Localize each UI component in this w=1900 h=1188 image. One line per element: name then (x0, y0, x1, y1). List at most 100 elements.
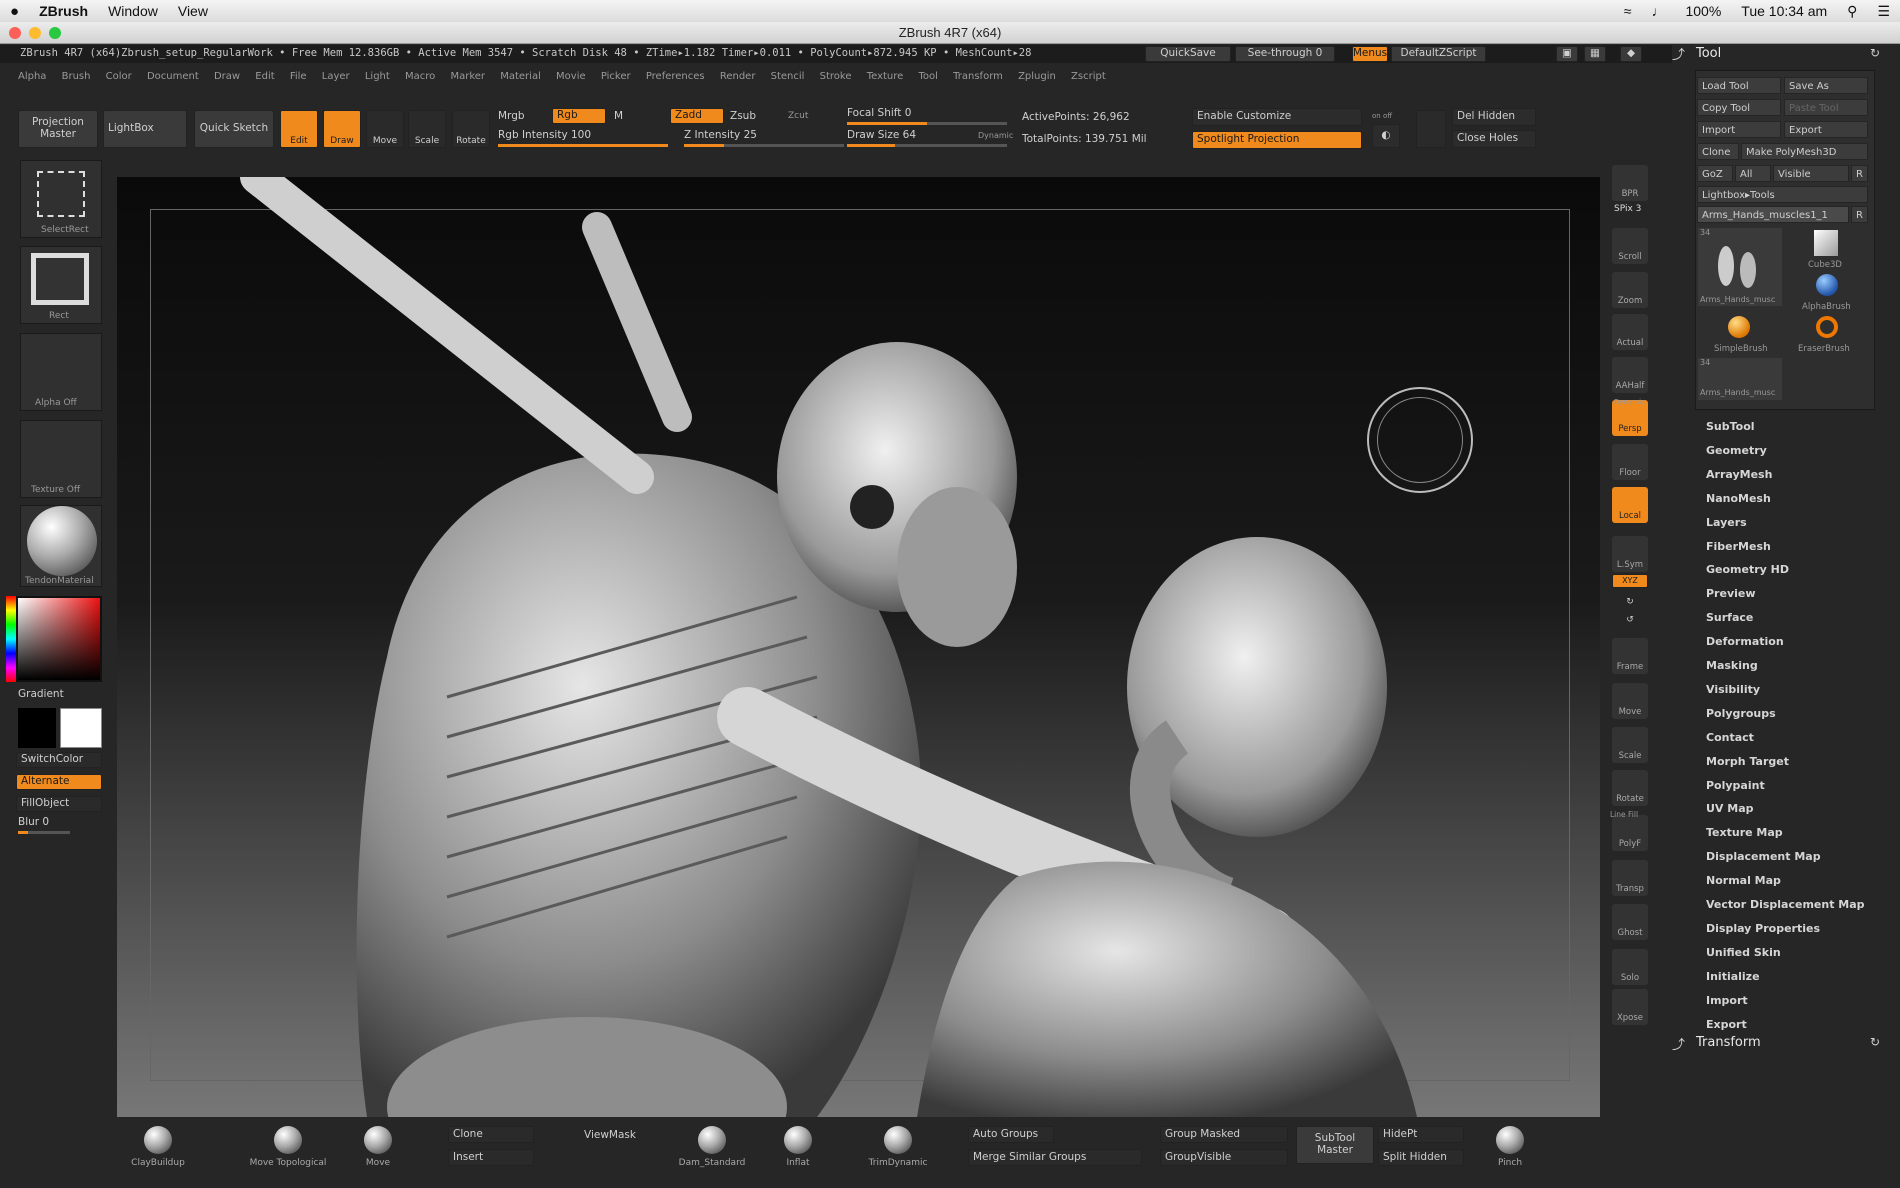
draw-mode-button[interactable]: Draw (323, 110, 361, 148)
right-tool-l-sym[interactable]: L.Sym (1612, 536, 1648, 572)
menu-edit[interactable]: Edit (255, 71, 274, 82)
group-visible-button[interactable]: GroupVisible (1160, 1149, 1288, 1166)
menu-preferences[interactable]: Preferences (646, 71, 705, 82)
secondary-color-swatch[interactable] (18, 708, 56, 748)
lightbox-tools-button[interactable]: Lightbox▸Tools (1697, 186, 1868, 203)
rotate-mode-button[interactable]: Rotate (452, 110, 490, 148)
brush-claybuildup[interactable]: ClayBuildup (118, 1124, 198, 1172)
brush-move-topological[interactable]: Move Topological (248, 1124, 328, 1172)
menus-toggle[interactable]: Menus (1352, 46, 1388, 62)
del-hidden-button[interactable]: Del Hidden (1452, 108, 1536, 126)
menu-render[interactable]: Render (720, 71, 756, 82)
tool-thumb-simplebrush[interactable]: SimpleBrush (1698, 314, 1782, 356)
lightbox-button[interactable]: LightBox (103, 110, 187, 148)
viewmask-button[interactable]: ViewMask (584, 1129, 636, 1141)
tool-thumb-eraserbrush[interactable]: EraserBrush (1784, 314, 1868, 356)
apple-icon[interactable]: ● (0, 3, 29, 20)
zsub-button[interactable]: Zsub (730, 110, 756, 122)
draw-size-slider[interactable]: Draw Size 64 (847, 129, 916, 141)
right-tool-scroll[interactable]: Scroll (1612, 228, 1648, 264)
insert-button[interactable]: Insert (448, 1149, 534, 1166)
menu-stroke[interactable]: Stroke (820, 71, 852, 82)
merge-similar-groups-button[interactable]: Merge Similar Groups (968, 1149, 1142, 1166)
right-tool-rotate[interactable]: Rotate (1612, 770, 1648, 806)
alternate-button[interactable]: Alternate (16, 774, 102, 790)
menu-stencil[interactable]: Stencil (771, 71, 805, 82)
close-window-button[interactable] (9, 27, 21, 39)
edit-mode-button[interactable]: Edit (280, 110, 318, 148)
spix-slider[interactable]: SPix 3 (1614, 204, 1641, 214)
z-intensity-track[interactable] (684, 144, 844, 147)
brush-pinch[interactable]: Pinch (1470, 1124, 1550, 1172)
split-hidden-button[interactable]: Split Hidden (1378, 1149, 1464, 1166)
tool-thumb-arms-2[interactable]: 34 Arms_Hands_musc (1698, 358, 1782, 400)
rotate-z-icon[interactable]: ↺ (1620, 614, 1640, 628)
menu-zplugin[interactable]: Zplugin (1018, 71, 1056, 82)
blur-track[interactable] (18, 831, 70, 834)
tool-section-displacement-map[interactable]: Displacement Map (1706, 850, 1821, 863)
export-button[interactable]: Export (1784, 121, 1868, 138)
tool-reset-icon[interactable]: ↻ (1870, 46, 1880, 60)
menu-draw[interactable]: Draw (214, 71, 240, 82)
right-tool-aahalf[interactable]: AAHalf (1612, 357, 1648, 393)
zcut-button[interactable]: Zcut (788, 111, 808, 121)
transform-arrow-icon[interactable]: ⤴ (1672, 1034, 1685, 1053)
transform-reset-icon[interactable]: ↻ (1870, 1035, 1880, 1049)
right-tool-frame[interactable]: Frame (1612, 638, 1648, 674)
menu-file[interactable]: File (290, 71, 307, 82)
xyz-symmetry-button[interactable]: XYZ (1612, 574, 1648, 588)
hue-strip[interactable] (6, 596, 16, 682)
right-tool-solo[interactable]: Solo (1612, 949, 1648, 985)
right-tool-move[interactable]: Move (1612, 683, 1648, 719)
tool-header[interactable]: Tool (1696, 46, 1721, 61)
menu-document[interactable]: Document (147, 71, 199, 82)
rotate-y-icon[interactable]: ↻ (1620, 596, 1640, 610)
tool-section-normal-map[interactable]: Normal Map (1706, 874, 1781, 887)
goz-r-button[interactable]: R (1851, 165, 1868, 182)
menu-zscript[interactable]: Zscript (1071, 71, 1106, 82)
lock-icon[interactable]: ◆ (1620, 46, 1642, 62)
menu-picker[interactable]: Picker (601, 71, 631, 82)
draw-size-track[interactable] (847, 144, 1007, 147)
tool-section-surface[interactable]: Surface (1706, 611, 1753, 624)
tool-section-arraymesh[interactable]: ArrayMesh (1706, 468, 1772, 481)
material-slot[interactable]: TendonMaterial (20, 505, 102, 587)
dynamic-toggle[interactable]: Dynamic (978, 131, 1013, 140)
color-picker[interactable] (16, 596, 102, 682)
rgb-intensity-track[interactable] (498, 144, 668, 147)
gradient-toggle[interactable]: Gradient (18, 688, 64, 700)
dynamesh-icon[interactable] (1416, 110, 1446, 148)
rect-stroke[interactable]: Rect (20, 246, 102, 324)
auto-groups-button[interactable]: Auto Groups (968, 1126, 1054, 1143)
zadd-button[interactable]: Zadd (670, 108, 724, 124)
import-button[interactable]: Import (1697, 121, 1781, 138)
menu-transform[interactable]: Transform (953, 71, 1003, 82)
load-tool-button[interactable]: Load Tool (1697, 77, 1781, 94)
menu-list-icon[interactable]: ☰ (1867, 3, 1900, 20)
tool-section-masking[interactable]: Masking (1706, 659, 1758, 672)
tool-section-deformation[interactable]: Deformation (1706, 635, 1784, 648)
brush-trimdynamic[interactable]: TrimDynamic (858, 1124, 938, 1172)
texture-slot[interactable]: Texture Off (20, 420, 102, 498)
tool-section-initialize[interactable]: Initialize (1706, 970, 1760, 983)
right-tool-xpose[interactable]: Xpose (1612, 989, 1648, 1025)
tool-arrow-icon[interactable]: ⤴ (1672, 44, 1685, 63)
menu-brush[interactable]: Brush (62, 71, 91, 82)
app-menu[interactable]: ZBrush (29, 3, 98, 19)
main-color-swatch[interactable] (60, 708, 102, 748)
tool-section-contact[interactable]: Contact (1706, 731, 1754, 744)
menu-alpha[interactable]: Alpha (18, 71, 46, 82)
menu-view[interactable]: View (168, 3, 218, 19)
layout-icon[interactable]: ▦ (1584, 46, 1606, 62)
search-icon[interactable]: ⚲ (1837, 3, 1867, 20)
mrgb-button[interactable]: Mrgb (498, 110, 525, 122)
rgb-button[interactable]: Rgb (552, 108, 606, 124)
right-tool-local[interactable]: Local (1612, 487, 1648, 523)
tool-section-geometry-hd[interactable]: Geometry HD (1706, 563, 1789, 576)
tool-section-texture-map[interactable]: Texture Map (1706, 826, 1783, 839)
tool-section-geometry[interactable]: Geometry (1706, 444, 1767, 457)
tool-section-layers[interactable]: Layers (1706, 516, 1747, 529)
tool-section-export[interactable]: Export (1706, 1018, 1747, 1031)
right-tool-scale[interactable]: Scale (1612, 727, 1648, 763)
alpha-slot[interactable]: Alpha Off (20, 333, 102, 411)
